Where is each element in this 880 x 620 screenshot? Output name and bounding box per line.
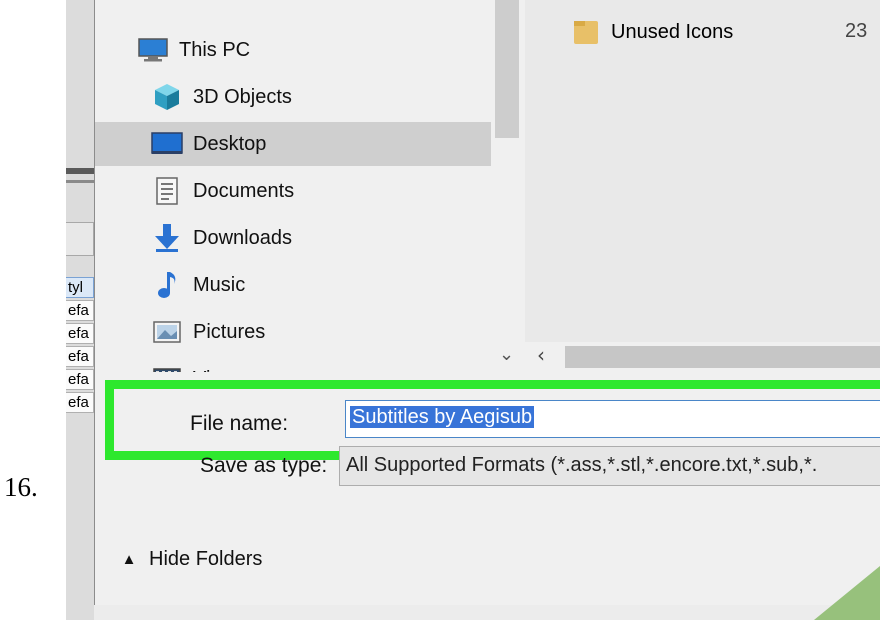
documents-icon: [151, 175, 183, 207]
save-options-area: File name: Subtitles by Aegisub Save as …: [95, 372, 880, 605]
nav-item-label: Pictures: [193, 320, 266, 343]
save-as-dialog: This PC 3D Objects Desktop Documents Dow…: [94, 0, 880, 605]
background-divider: [66, 168, 94, 174]
nav-scrollbar[interactable]: ⌄: [491, 0, 523, 372]
background-row: efa: [66, 392, 94, 413]
pictures-icon: [151, 316, 183, 348]
nav-item-label: Documents: [193, 179, 295, 202]
chevron-down-icon[interactable]: ⌄: [499, 344, 514, 365]
nav-item-pictures[interactable]: Pictures: [95, 310, 491, 354]
nav-item-label: Desktop: [193, 132, 267, 155]
file-item-date: 23: [845, 20, 868, 42]
nav-item-documents[interactable]: Documents: [95, 169, 491, 213]
nav-item-videos[interactable]: Vi: [95, 357, 491, 372]
hide-folders-button[interactable]: ▲ Hide Folders: [121, 548, 263, 571]
file-item-folder[interactable]: Unused Icons: [573, 18, 733, 46]
folder-icon: [573, 18, 599, 46]
navigation-pane: This PC 3D Objects Desktop Documents Dow…: [95, 0, 525, 372]
nav-item-label: 3D Objects: [193, 85, 292, 108]
background-field: [66, 222, 94, 256]
nav-item-music[interactable]: Music: [95, 263, 491, 307]
chevron-left-icon[interactable]: ‹: [537, 343, 545, 367]
horizontal-scrollbar-thumb[interactable]: [565, 346, 880, 368]
background-row: efa: [66, 369, 94, 390]
nav-item-label: Downloads: [193, 226, 292, 249]
file-name-selected-text: Subtitles by Aegisub: [350, 406, 535, 428]
nav-scrollbar-thumb[interactable]: [495, 0, 519, 138]
nav-item-desktop[interactable]: Desktop: [95, 122, 491, 166]
3d-objects-icon: [151, 81, 183, 113]
file-item-name: Unused Icons: [611, 20, 734, 43]
save-as-type-dropdown[interactable]: All Supported Formats (*.ass,*.stl,*.enc…: [339, 446, 880, 486]
file-name-input[interactable]: Subtitles by Aegisub: [345, 400, 880, 438]
background-row: tyl: [66, 277, 94, 298]
nav-item-label: This PC: [179, 38, 251, 61]
videos-icon: [151, 363, 183, 372]
decorative-corner: [814, 566, 880, 620]
nav-item-downloads[interactable]: Downloads: [95, 216, 491, 260]
step-number: 16.: [4, 472, 38, 502]
downloads-icon: [151, 222, 183, 254]
nav-item-label: Music: [193, 273, 246, 296]
file-list-horizontal-scrollbar[interactable]: ‹: [525, 342, 880, 372]
background-app-window: tyl efa efa efa efa efa: [66, 0, 94, 620]
file-list-pane: Unused Icons 23 ‹: [525, 0, 880, 372]
nav-item-3d-objects[interactable]: 3D Objects: [95, 75, 491, 119]
desktop-icon: [151, 128, 183, 160]
background-row: efa: [66, 300, 94, 321]
background-row: efa: [66, 346, 94, 367]
background-row: efa: [66, 323, 94, 344]
background-divider-thin: [66, 180, 94, 183]
music-icon: [151, 269, 183, 301]
hide-folders-label: Hide Folders: [149, 548, 263, 570]
screenshot-frame: tyl efa efa efa efa efa This PC 3D Objec…: [66, 0, 880, 620]
save-as-type-label: Save as type:: [200, 454, 328, 477]
file-name-label: File name:: [190, 412, 289, 435]
this-pc-icon: [137, 34, 169, 66]
nav-item-this-pc[interactable]: This PC: [95, 28, 491, 72]
chevron-up-icon: ▲: [121, 551, 137, 568]
